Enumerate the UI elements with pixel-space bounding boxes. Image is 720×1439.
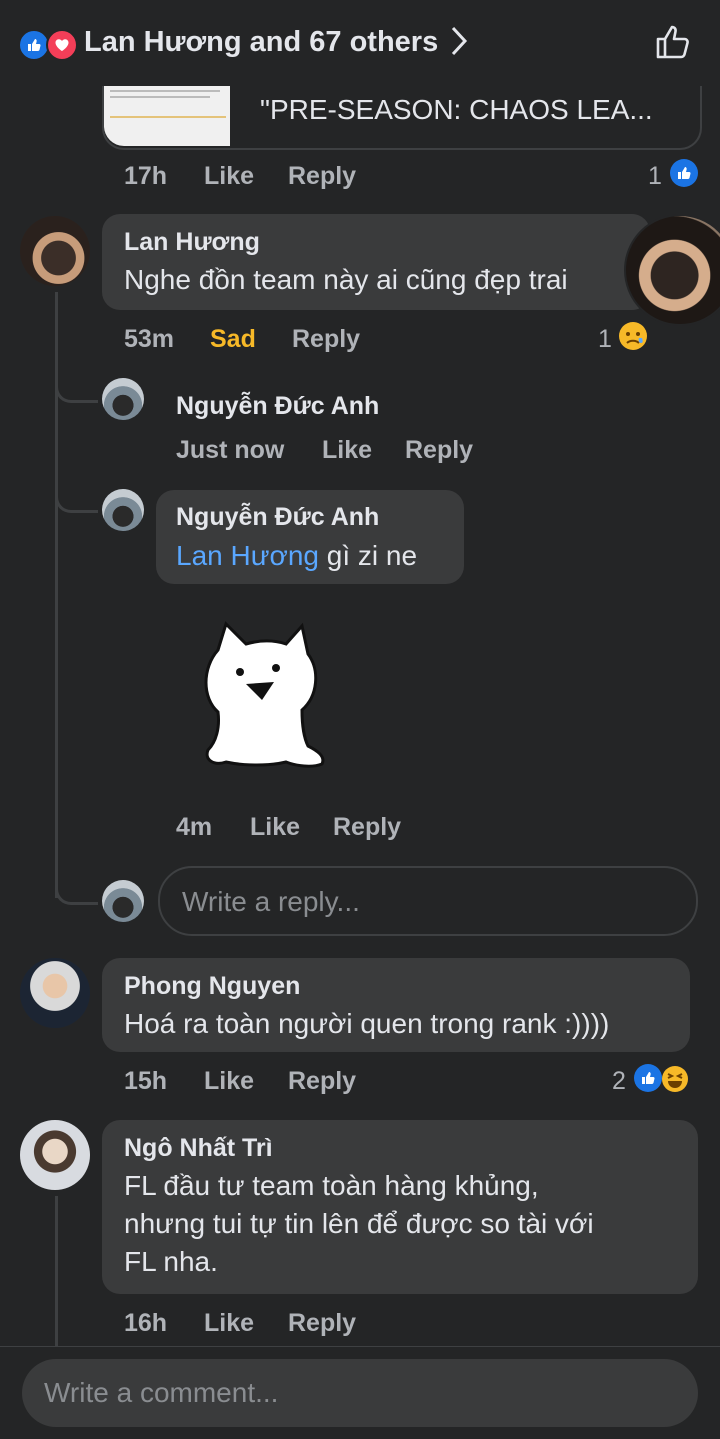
comment-composer: Write a comment...: [0, 1346, 720, 1439]
reply-2-reply-button[interactable]: Reply: [333, 813, 401, 842]
comment-0-time: 17h: [124, 162, 168, 190]
avatar: [102, 880, 144, 922]
avatar[interactable]: [102, 378, 144, 420]
comment-0-reply-button[interactable]: Reply: [288, 162, 356, 191]
like-reaction-icon: [634, 1064, 662, 1092]
comment-author[interactable]: Phong Nguyen: [124, 972, 300, 1001]
reply-input-placeholder: Write a reply...: [182, 886, 360, 917]
reply-1-time: Just now: [176, 436, 285, 464]
haha-reaction-icon: [660, 1064, 690, 1099]
reply-branch-line: [55, 370, 98, 403]
reply-2-like-button[interactable]: Like: [250, 813, 300, 842]
comment-2-reply-button[interactable]: Reply: [288, 1067, 356, 1096]
reply-text: Lan Hương gì zi ne: [176, 540, 417, 572]
link-preview-title: "PRE-SEASON: CHAOS LEA...: [260, 94, 653, 125]
reactions-summary[interactable]: Lan Hương and 67 others: [84, 26, 438, 59]
avatar[interactable]: [20, 216, 90, 286]
comment-3-like-button[interactable]: Like: [204, 1309, 254, 1338]
reply-1-reply-button[interactable]: Reply: [405, 436, 473, 465]
thread-line: [55, 1196, 58, 1346]
love-reaction-icon: [46, 29, 78, 61]
comment-1-time: 53m: [124, 325, 175, 353]
reply-text-body: gì zi ne: [326, 540, 418, 571]
comment-3-time: 16h: [124, 1309, 168, 1337]
reply-input[interactable]: Write a reply...: [158, 866, 698, 936]
avatar[interactable]: [624, 214, 720, 326]
comment-2-like-button[interactable]: Like: [204, 1067, 254, 1096]
comment-0-reaction-count: 1: [648, 162, 662, 190]
avatar[interactable]: [20, 958, 90, 1028]
like-reaction-icon: [670, 159, 698, 187]
comment-input-placeholder: Write a comment...: [44, 1377, 279, 1408]
comment-1-reply-button[interactable]: Reply: [292, 325, 360, 354]
sad-reaction-icon: [617, 320, 649, 357]
reply-author[interactable]: Nguyễn Đức Anh: [176, 392, 379, 421]
reply-branch-line: [55, 480, 98, 513]
comment-bubble[interactable]: Lan Hương Nghe đồn team này ai cũng đẹp …: [102, 214, 650, 310]
chevron-right-icon[interactable]: [448, 24, 470, 63]
comment-text: Hoá ra toàn người quen trong rank :)))): [124, 1008, 610, 1039]
comment-0-like-button[interactable]: Like: [204, 162, 254, 191]
comment-bubble[interactable]: Phong Nguyen Hoá ra toàn người quen tron…: [102, 958, 690, 1052]
reactions-header: Lan Hương and 67 others: [0, 0, 720, 86]
comment-text-line: FL đầu tư team toàn hàng khủng,: [124, 1170, 539, 1201]
comment-author[interactable]: Ngô Nhất Trì: [124, 1134, 273, 1163]
comment-3-reply-button[interactable]: Reply: [288, 1309, 356, 1338]
comment-bubble[interactable]: Ngô Nhất Trì FL đầu tư team toàn hàng kh…: [102, 1120, 698, 1294]
mention-link[interactable]: Lan Hương: [176, 540, 319, 571]
avatar[interactable]: [20, 1120, 90, 1190]
comment-author[interactable]: Lan Hương: [124, 228, 260, 257]
cat-sticker[interactable]: [190, 620, 330, 775]
comment-1-sad-button[interactable]: Sad: [210, 325, 256, 354]
comment-1-reaction-count: 1: [598, 325, 612, 353]
comment-text-line: nhưng tui tự tin lên để được so tài với: [124, 1208, 594, 1239]
reply-2-time: 4m: [176, 813, 213, 841]
reply-author[interactable]: Nguyễn Đức Anh: [176, 503, 379, 532]
comment-text-line: FL nha.: [124, 1246, 218, 1277]
reply-bubble[interactable]: Nguyễn Đức Anh Lan Hương gì zi ne: [156, 490, 464, 584]
avatar[interactable]: [102, 489, 144, 531]
comment-text: Nghe đồn team này ai cũng đẹp trai: [124, 264, 568, 295]
comment-2-time: 15h: [124, 1067, 168, 1095]
reply-branch-line: [55, 872, 98, 905]
comment-input[interactable]: Write a comment...: [22, 1359, 698, 1427]
comment-2-reaction-count: 2: [612, 1067, 626, 1095]
thumbs-up-icon[interactable]: [654, 22, 694, 67]
reply-1-like-button[interactable]: Like: [322, 436, 372, 465]
